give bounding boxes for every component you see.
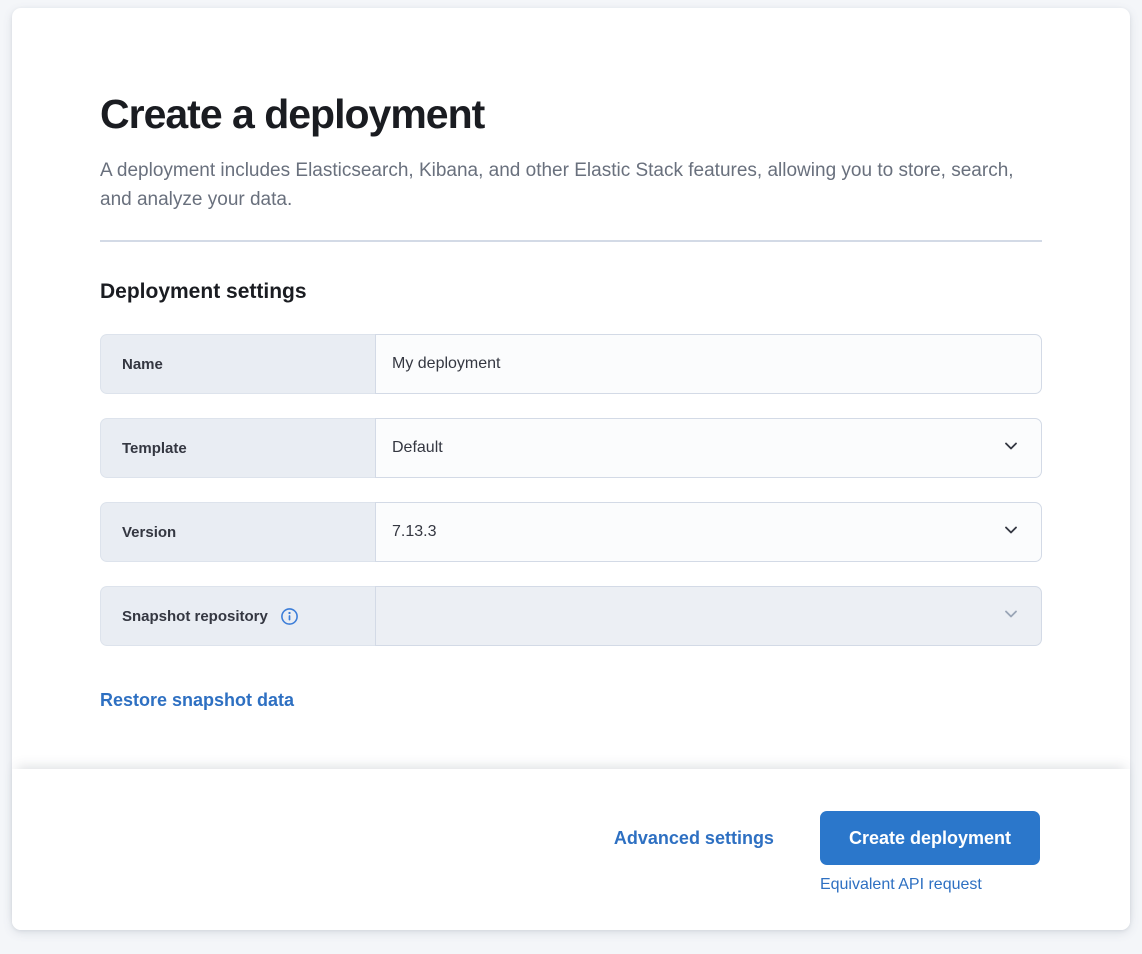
snapshot-repository-label: Snapshot repository	[100, 586, 375, 646]
create-deployment-card: Create a deployment A deployment include…	[12, 8, 1130, 930]
template-label-text: Template	[122, 440, 187, 457]
chevron-down-icon	[1001, 604, 1021, 629]
equivalent-api-request-link[interactable]: Equivalent API request	[820, 876, 982, 894]
info-icon[interactable]	[280, 607, 299, 626]
template-select-value: Default	[392, 439, 443, 457]
footer-actions: Create deployment Equivalent API request	[820, 811, 1040, 894]
version-select[interactable]: 7.13.3	[375, 502, 1042, 562]
create-deployment-button[interactable]: Create deployment	[820, 811, 1040, 865]
divider	[100, 240, 1042, 242]
form-row-version: Version 7.13.3	[100, 502, 1042, 562]
template-label: Template	[100, 418, 375, 478]
version-select-value: 7.13.3	[392, 523, 436, 541]
chevron-down-icon	[1001, 520, 1021, 545]
page-title: Create a deployment	[100, 90, 1042, 139]
template-select[interactable]: Default	[375, 418, 1042, 478]
snapshot-repository-label-text: Snapshot repository	[122, 608, 268, 625]
chevron-down-icon	[1001, 436, 1021, 461]
name-input[interactable]	[375, 334, 1042, 394]
card-body: Create a deployment A deployment include…	[12, 8, 1130, 769]
advanced-settings-link[interactable]: Advanced settings	[614, 811, 774, 865]
form-row-template: Template Default	[100, 418, 1042, 478]
section-heading-deployment-settings: Deployment settings	[100, 280, 1042, 304]
page-subtitle: A deployment includes Elasticsearch, Kib…	[100, 157, 1030, 214]
form-row-snapshot-repository: Snapshot repository	[100, 586, 1042, 646]
version-label: Version	[100, 502, 375, 562]
version-label-text: Version	[122, 524, 176, 541]
restore-snapshot-data-link[interactable]: Restore snapshot data	[100, 690, 294, 711]
footer-bar: Advanced settings Create deployment Equi…	[12, 769, 1130, 930]
name-label: Name	[100, 334, 375, 394]
form-row-name: Name	[100, 334, 1042, 394]
snapshot-repository-select[interactable]	[375, 586, 1042, 646]
name-label-text: Name	[122, 356, 163, 373]
